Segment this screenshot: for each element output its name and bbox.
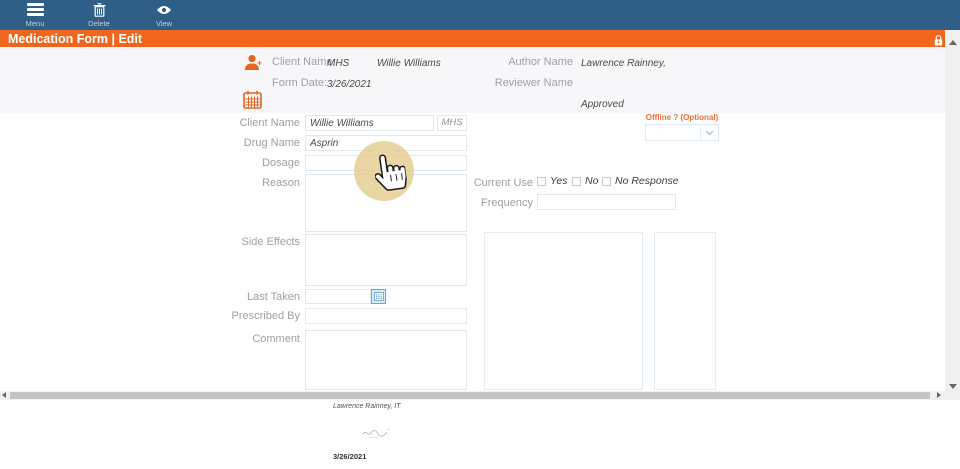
scroll-right-arrow-icon[interactable]: [937, 392, 941, 398]
frequency-field-label: Frequency: [443, 197, 533, 209]
menu-button[interactable]: Menu: [9, 2, 61, 29]
side-effects-field-label: Side Effects: [210, 236, 300, 248]
scroll-left-arrow-icon[interactable]: [2, 392, 6, 398]
reason-field-label: Reason: [210, 177, 300, 189]
date-picker-icon: [374, 292, 384, 301]
scroll-down-arrow-icon[interactable]: [949, 384, 957, 389]
prescribed-by-field-label: Prescribed By: [210, 310, 300, 322]
delete-label: Delete: [73, 19, 125, 28]
dosage-input[interactable]: [305, 155, 467, 171]
chevron-down-icon: [700, 125, 718, 140]
client-org-box: MHS: [437, 115, 467, 131]
vertical-scrollbar[interactable]: [945, 30, 960, 400]
record-header: [0, 47, 945, 113]
current-use-noresponse-checkbox[interactable]: [602, 177, 611, 186]
current-use-yes-checkbox[interactable]: [537, 177, 546, 186]
top-toolbar: Menu Delete View: [0, 0, 960, 30]
drug-name-input[interactable]: [305, 135, 467, 151]
footer-signed-date: 3/26/2021: [333, 452, 366, 461]
right-panel-large-box: [484, 232, 643, 390]
footer-author-title: Lawrence Rainney, IT: [333, 403, 401, 410]
right-panel-narrow-box: [654, 232, 716, 390]
form-title-bar: Medication Form | Edit: [0, 30, 945, 47]
header-reviewer-label: Reviewer Name: [483, 77, 573, 89]
eye-icon: [138, 2, 190, 17]
horizontal-scrollbar[interactable]: [0, 391, 945, 400]
medication-form-screen: Menu Delete View: [0, 0, 960, 469]
header-status-approved: Approved: [581, 99, 624, 110]
client-name-input[interactable]: [305, 115, 434, 131]
page-title: Medication Form | Edit: [8, 31, 142, 47]
current-use-field-label: Current Use: [443, 177, 533, 189]
comment-field-label: Comment: [210, 333, 300, 345]
drug-name-field-label: Drug Name: [210, 137, 300, 149]
menu-icon: [9, 2, 61, 17]
offline-optional-label: Offline ? (Optional): [645, 113, 719, 122]
trash-icon: [73, 2, 125, 17]
comment-textarea[interactable]: [305, 330, 467, 390]
horizontal-scroll-thumb[interactable]: [10, 392, 930, 399]
form-date-calendar-icon: [243, 90, 262, 114]
scroll-up-arrow-icon[interactable]: [949, 40, 957, 45]
offline-select[interactable]: [645, 124, 719, 141]
client-name-field-label: Client Name: [210, 117, 300, 129]
view-label: View: [138, 19, 190, 28]
client-person-icon: [243, 53, 263, 78]
header-client-full-name: Willie Williams: [377, 58, 441, 69]
view-button[interactable]: View: [138, 2, 190, 29]
frequency-input[interactable]: [537, 194, 676, 210]
last-taken-input[interactable]: [305, 289, 371, 304]
header-form-date-label: Form Date:: [272, 77, 327, 89]
dosage-field-label: Dosage: [210, 157, 300, 169]
current-use-yes-label: Yes: [550, 175, 568, 187]
current-use-noresponse-label: No Response: [615, 175, 679, 187]
current-use-no-checkbox[interactable]: [572, 177, 581, 186]
last-taken-field-label: Last Taken: [210, 291, 300, 303]
header-author-label: Author Name: [483, 56, 573, 68]
signature-scribble: [360, 424, 392, 449]
header-author-value: Lawrence Rainney,: [581, 58, 666, 69]
current-use-no-label: No: [585, 175, 598, 187]
side-effects-textarea[interactable]: [305, 234, 467, 286]
last-taken-calendar-button[interactable]: [371, 289, 386, 304]
menu-label: Menu: [9, 19, 61, 28]
prescribed-by-input[interactable]: [305, 308, 467, 324]
header-client-org: MHS: [327, 58, 349, 69]
delete-button[interactable]: Delete: [73, 2, 125, 29]
header-form-date-value: 3/26/2021: [327, 79, 372, 90]
